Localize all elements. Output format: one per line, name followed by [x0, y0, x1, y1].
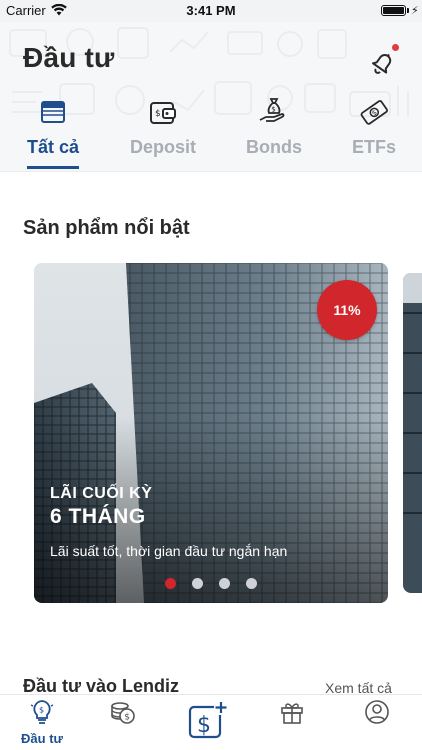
nav-label: Đầu tư — [21, 731, 63, 746]
featured-title: Sản phẩm nổi bật — [23, 217, 190, 239]
tab-deposit[interactable]: $ Deposit — [113, 96, 213, 171]
svg-text:$: $ — [271, 106, 275, 114]
pagination-dot[interactable] — [165, 578, 176, 589]
next-product-card[interactable] — [403, 273, 422, 593]
svg-text:$: $ — [155, 109, 161, 119]
header: Đầu tư Tất cả $ Deposit $ Bonds $ ETFs — [0, 22, 422, 172]
nav-invest[interactable]: $ Đầu tư — [0, 695, 84, 750]
banknote-icon: $ — [360, 100, 388, 125]
tab-label: Deposit — [129, 137, 196, 157]
notification-dot — [392, 44, 399, 51]
bottom-navigation: $ Đầu tư $ $ — [0, 694, 422, 750]
stack-icon — [41, 101, 65, 123]
card-description: Lãi suất tốt, thời gian đầu tư ngắn hạn — [50, 543, 288, 559]
coins-icon: $ — [111, 702, 135, 724]
tab-all[interactable]: Tất cả — [3, 96, 103, 171]
card-heading: 6 THÁNG — [50, 505, 146, 528]
add-invest-icon: $ — [188, 701, 228, 739]
pagination-dot[interactable] — [219, 578, 230, 589]
svg-text:$: $ — [197, 713, 211, 738]
charging-icon: ⚡ — [411, 5, 419, 17]
svg-text:$: $ — [124, 713, 130, 723]
nav-rewards[interactable] — [250, 695, 334, 750]
nav-profile[interactable] — [335, 695, 419, 750]
tab-etfs[interactable]: $ ETFs — [324, 96, 422, 171]
tab-bonds[interactable]: $ Bonds — [224, 96, 324, 171]
wallet-icon: $ — [150, 102, 176, 124]
active-tab-indicator — [27, 166, 79, 169]
gift-icon — [281, 703, 303, 724]
status-bar: Carrier 3:41 PM ⚡ — [0, 0, 422, 22]
nav-add-investment[interactable]: $ — [166, 695, 250, 750]
interest-rate-badge: 11% — [317, 280, 377, 340]
pagination-dot[interactable] — [246, 578, 257, 589]
card-kicker: LÃI CUỐI KỲ — [50, 485, 153, 502]
building-photo — [403, 273, 422, 593]
nav-portfolio[interactable]: $ — [81, 695, 165, 750]
money-bag-hand-icon: $ — [259, 98, 285, 122]
page-title: Đầu tư — [23, 42, 115, 73]
battery-tip — [407, 8, 409, 13]
investment-bulb-icon: $ — [30, 699, 54, 724]
category-tabs: Tất cả $ Deposit $ Bonds $ ETFs — [0, 96, 422, 171]
battery-icon — [381, 5, 406, 16]
tab-label: Tất cả — [26, 137, 80, 157]
tab-label: Bonds — [246, 137, 302, 157]
svg-text:$: $ — [39, 706, 44, 715]
tab-label: ETFs — [351, 137, 396, 157]
pagination-dot[interactable] — [192, 578, 203, 589]
profile-icon — [365, 700, 389, 724]
status-time: 3:41 PM — [186, 3, 236, 18]
